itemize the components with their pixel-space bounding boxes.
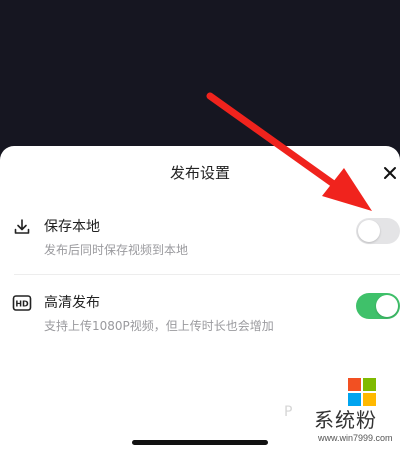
close-icon xyxy=(384,167,396,179)
hd-icon-text: HD xyxy=(15,300,29,309)
watermark-p-mark: P xyxy=(284,404,293,420)
close-button[interactable] xyxy=(380,163,400,183)
download-icon xyxy=(14,219,30,234)
save-local-toggle[interactable] xyxy=(356,218,400,244)
hd-publish-toggle[interactable] xyxy=(356,293,400,319)
watermark-text: 系统粉 xyxy=(314,408,377,432)
toggle-knob xyxy=(376,295,398,317)
sheet-title: 发布设置 xyxy=(169,164,230,182)
toggle-knob xyxy=(358,220,380,242)
save-local-subtitle: 发布后同时保存视频到本地 xyxy=(44,243,189,257)
home-indicator[interactable] xyxy=(132,440,268,445)
hd-publish-subtitle: 支持上传1080P视频，但上传时长也会增加 xyxy=(44,319,274,333)
hd-icon: HD xyxy=(12,295,32,311)
divider xyxy=(14,274,400,275)
windows-logo-icon xyxy=(348,378,376,406)
hd-publish-title: 高清发布 xyxy=(44,295,100,311)
save-local-title: 保存本地 xyxy=(44,219,100,235)
video-preview-area xyxy=(0,0,400,150)
watermark-url: www.win7999.com xyxy=(318,433,393,443)
